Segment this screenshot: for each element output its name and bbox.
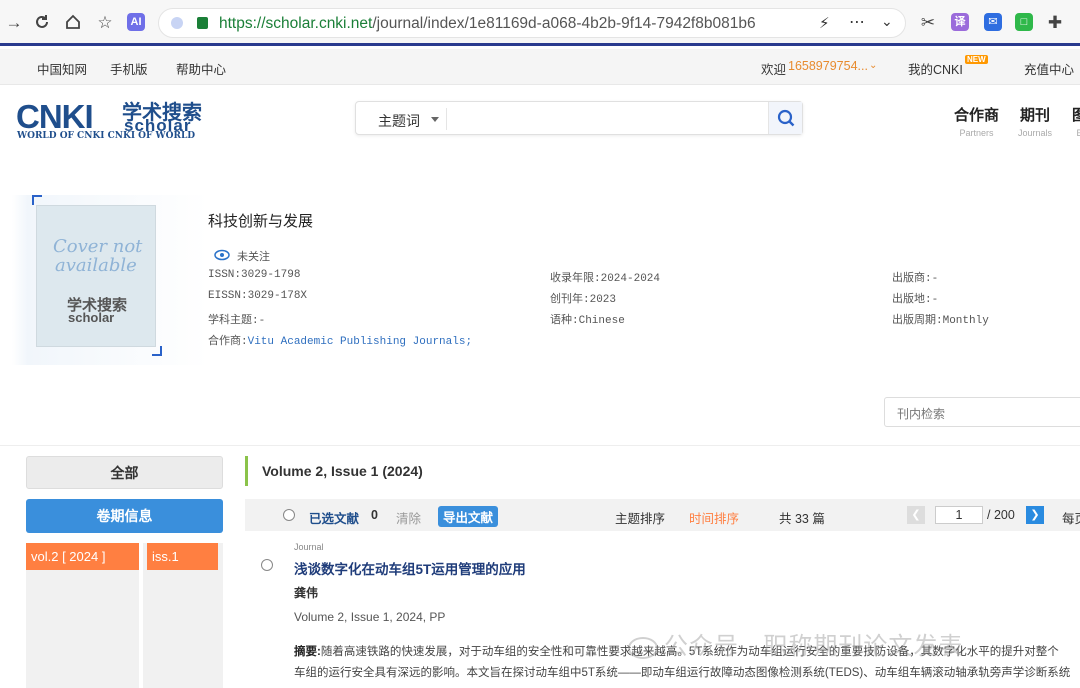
top-nav: 中国知网 手机版 帮助中心 欢迎 1658979754... ⌄ 我的CNKI …	[0, 49, 1080, 85]
chevron-down-icon[interactable]	[431, 117, 439, 122]
journal-cover: Cover not available 学术搜索 scholar	[36, 205, 156, 347]
article-title[interactable]: 浅谈数字化在动车组5T运用管理的应用	[294, 558, 526, 578]
browser-toolbar: → ☆ AI https://scholar.cnki.net/journal/…	[0, 0, 1080, 46]
wechat-watermark: 公众号 · 职称期刊论文发表	[628, 626, 963, 661]
partner-link[interactable]: Vitu Academic Publishing Journals;	[248, 336, 472, 348]
sort-by-topic[interactable]: 主题排序	[615, 508, 665, 527]
page-input[interactable]: 1	[935, 506, 983, 524]
language: 语种:Chinese	[550, 315, 625, 327]
nav-partners[interactable]: 合作商 Partners	[954, 104, 999, 138]
clear-button[interactable]: 清除	[396, 508, 421, 527]
nav-link-mobile[interactable]: 手机版	[110, 59, 148, 78]
article-source: Volume 2, Issue 1, 2024, PP	[294, 610, 446, 624]
user-dropdown-icon[interactable]: ⌄	[869, 60, 877, 71]
in-journal-search-input[interactable]: 刊内检索	[884, 397, 1080, 427]
founded-year: 创刊年:2023	[550, 294, 617, 306]
chat-icon[interactable]: □	[1015, 13, 1033, 31]
collection-years: 收录年限:2024-2024	[550, 273, 661, 285]
translate-icon[interactable]: 译	[951, 13, 969, 31]
volume-info-button[interactable]: 卷期信息	[26, 499, 223, 533]
volume-item[interactable]: vol.2 [ 2024 ]	[26, 543, 139, 570]
search-box: 主题词	[355, 101, 803, 135]
address-bar[interactable]: https://scholar.cnki.net/journal/index/1…	[158, 8, 906, 38]
more-icon[interactable]: ⋯	[849, 12, 865, 32]
nav-link-help[interactable]: 帮助中心	[176, 59, 226, 78]
sort-by-time[interactable]: 时间排序	[689, 508, 739, 527]
prev-page-button[interactable]: ❮	[907, 506, 925, 524]
publisher: 出版商:-	[892, 273, 939, 285]
search-icon	[777, 109, 795, 127]
journal-title: 科技创新与发展	[208, 212, 314, 230]
issn: ISSN:3029-1798	[208, 269, 301, 281]
article-abstract-continued: 车组的运行安全具有深远的影响。本文旨在探讨动车组中5T系统——即动车组运行故障动…	[294, 667, 1071, 679]
all-button[interactable]: 全部	[26, 456, 223, 489]
chevron-down-icon[interactable]: ⌄	[881, 13, 893, 30]
recharge-link[interactable]: 充值中心	[1024, 59, 1074, 78]
favorites-icon[interactable]: ☆	[95, 13, 115, 33]
wechat-icon	[628, 636, 658, 659]
cnki-scholar-logo[interactable]: CNKI 学术搜索 scholar WORLD OF CNKI CNKI OF …	[16, 96, 216, 146]
search-field-select[interactable]: 主题词	[378, 111, 420, 131]
extensions-icon[interactable]: ✚	[1045, 13, 1065, 33]
search-button[interactable]	[768, 102, 802, 134]
search-input[interactable]	[448, 103, 768, 133]
lock-icon	[197, 17, 208, 29]
page-total: / 200	[987, 508, 1015, 522]
issue-item[interactable]: iss.1	[147, 543, 218, 570]
publish-place: 出版地:-	[892, 294, 939, 306]
ai-icon[interactable]: AI	[127, 13, 145, 31]
list-toolbar: 已选文献 0 清除 导出文献 主题排序 时间排序 共 33 篇 ❮ 1 / 20…	[245, 499, 1080, 531]
article-author[interactable]: 龚伟	[294, 584, 318, 601]
username-link[interactable]: 1658979754...	[788, 59, 868, 73]
select-all-radio[interactable]	[283, 509, 295, 521]
volume-heading: Volume 2, Issue 1 (2024)	[245, 456, 423, 486]
mail-icon[interactable]: ✉	[984, 13, 1002, 31]
new-badge: NEW	[965, 55, 988, 64]
nav-journals[interactable]: 期刊 Journals	[1018, 104, 1052, 138]
selected-count: 0	[371, 508, 378, 522]
next-page-button[interactable]: ❯	[1026, 506, 1044, 524]
url-text: https://scholar.cnki.net/journal/index/1…	[219, 15, 756, 32]
total-count: 共 33 篇	[779, 512, 825, 526]
eissn: EISSN:3029-178X	[208, 290, 308, 302]
subject: 学科主题:-	[208, 315, 266, 327]
article-select-radio[interactable]	[261, 559, 273, 571]
article-item: Journal 浅谈数字化在动车组5T运用管理的应用 龚伟 Volume 2, …	[245, 531, 1080, 688]
article-type: Journal	[294, 542, 324, 552]
welcome-text: 欢迎	[761, 63, 787, 77]
nav-books[interactable]: 图B	[1072, 104, 1080, 138]
home-icon[interactable]	[63, 13, 83, 33]
lightning-icon[interactable]: ⚡	[819, 14, 830, 32]
reload-icon[interactable]	[32, 13, 52, 33]
selected-label: 已选文献	[309, 512, 360, 526]
scissors-icon[interactable]: ✂	[918, 13, 938, 33]
per-page-label[interactable]: 每页	[1062, 508, 1080, 527]
nav-link-cnki[interactable]: 中国知网	[37, 59, 87, 78]
eye-icon	[214, 249, 230, 261]
partner: 合作商:Vitu Academic Publishing Journals;	[208, 336, 473, 348]
publish-frequency: 出版周期:Monthly	[892, 315, 989, 327]
my-cnki-link[interactable]: 我的CNKI	[908, 59, 963, 78]
back-arrow-icon[interactable]: →	[4, 13, 24, 33]
site-info-icon[interactable]	[171, 17, 183, 29]
export-button[interactable]: 导出文献	[438, 506, 499, 527]
